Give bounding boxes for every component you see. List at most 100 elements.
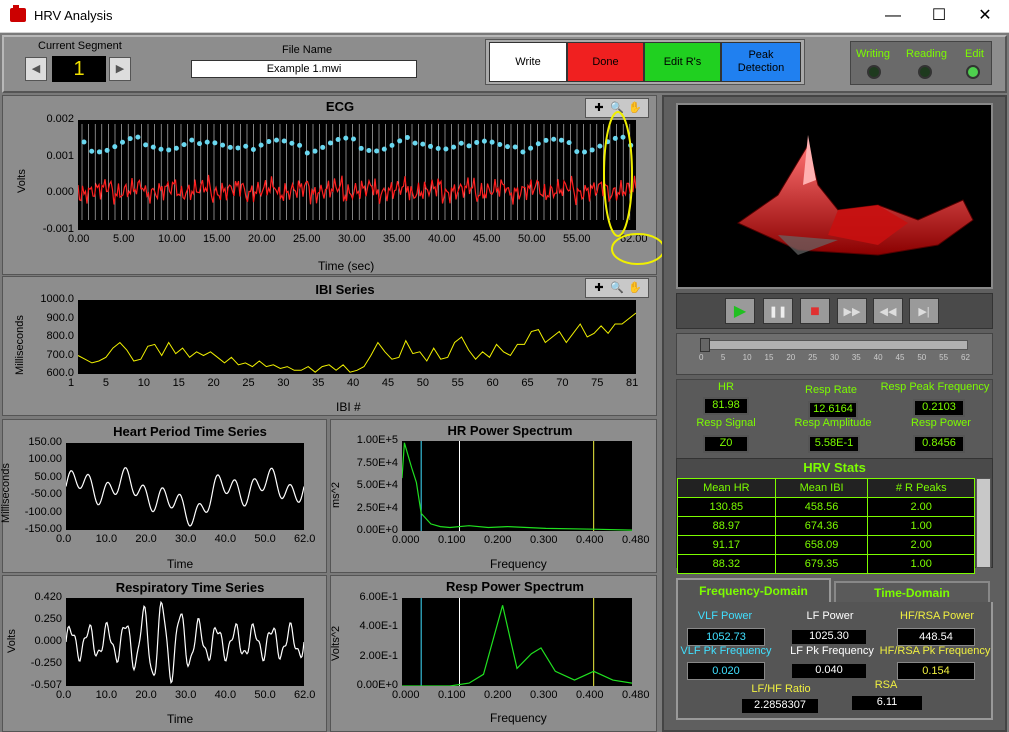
heart-period-plot[interactable] (66, 443, 304, 530)
hr-spectrum-plot[interactable] (402, 441, 632, 531)
ibi-graph-tools[interactable]: ✚ 🔍 ✋ (585, 278, 649, 298)
done-button[interactable]: Done (567, 42, 644, 82)
hr-spectrum-y-tick: 7.50E+4 (356, 456, 398, 469)
window-title: HRV Analysis (34, 8, 113, 23)
r-peak-dot (289, 140, 295, 146)
heart-period-x-tick: 30.0 (175, 533, 197, 545)
table-row[interactable]: 88.97 674.36 1.00 (677, 516, 975, 536)
r-peak-dot (189, 137, 195, 143)
cell: 1.00 (867, 516, 975, 536)
resp-series-title: Respiratory Time Series (115, 580, 265, 595)
resp-spectrum-y-tick: 6.00E-1 (359, 591, 398, 603)
slider-tick: 45 (895, 353, 905, 362)
next-segment-button[interactable]: ▶ (109, 57, 131, 81)
maximize-button[interactable]: ☐ (916, 0, 962, 32)
pause-button[interactable]: ❚❚ (763, 298, 793, 324)
cell: 2.00 (867, 535, 975, 555)
heart-period-y-tick: 150.00 (28, 436, 62, 448)
col-mean-hr: Mean HR (677, 478, 776, 498)
ibi-x-tick: 45 (381, 377, 395, 389)
3d-view[interactable] (676, 103, 993, 289)
r-peak-dot (89, 148, 95, 154)
stop-button[interactable]: ■ (800, 298, 830, 324)
resp-signal-label: Resp Signal (696, 417, 756, 429)
hrv-stats-title: HRV Stats (803, 460, 866, 475)
ibi-y-tick: 700.0 (46, 348, 74, 361)
pan-hand-icon[interactable]: ✋ (627, 281, 643, 295)
ibi-x-tick: 5 (102, 377, 109, 389)
resp-spectrum-x-tick: 0.300 (530, 689, 558, 701)
ibi-x-tick: 50 (416, 377, 429, 389)
heart-period-y-label: Milliseconds (0, 463, 12, 523)
r-peak-dot (520, 149, 526, 155)
tab-frequency-domain[interactable]: Frequency-Domain (676, 578, 831, 602)
r-peak-dot (366, 147, 372, 153)
ibi-x-tick: 81 (626, 377, 639, 389)
peak-detection-button[interactable]: Peak Detection (721, 42, 801, 82)
tab-time-domain[interactable]: Time-Domain (834, 581, 990, 603)
lf-hf-ratio-label: LF/HF Ratio (751, 683, 811, 695)
segment-display: 1 (52, 56, 106, 82)
ecg-plot[interactable] (78, 120, 636, 230)
ibi-x-tick: 20 (207, 377, 220, 389)
skip-end-button[interactable]: ▶| (909, 298, 939, 324)
reading-led-label: Reading (906, 48, 947, 60)
r-peak-dot (235, 145, 241, 151)
time-slider-track[interactable] (700, 340, 968, 350)
slider-tick: 10 (742, 353, 752, 362)
resp-spectrum-plot[interactable] (402, 598, 632, 686)
writing-led-indicator (867, 65, 881, 79)
lf-power-label: LF Power (806, 610, 854, 622)
play-button[interactable]: ▶ (725, 298, 755, 324)
write-button[interactable]: Write (489, 42, 567, 82)
resp-power-value: 0.8456 (913, 435, 965, 453)
hr-spectrum-y-tick: 5.00E+4 (356, 479, 398, 491)
ecg-x-tick: 15.00 (203, 233, 231, 245)
zoom-icon[interactable]: 🔍 (609, 281, 625, 295)
resp-spectrum-x-tick: 0.000 (392, 689, 420, 701)
table-row[interactable]: 91.17 658.09 2.00 (677, 535, 975, 555)
slider-tick: 5 (720, 353, 726, 362)
crosshair-icon[interactable]: ✚ (591, 281, 607, 295)
r-peak-dot (574, 149, 580, 155)
r-peak-dot (582, 149, 587, 155)
heart-period-title: Heart Period Time Series (113, 424, 267, 439)
ibi-x-tick: 15 (172, 377, 185, 389)
plot-background (66, 443, 304, 530)
r-peak-dot (428, 143, 433, 149)
ibi-plot[interactable] (78, 300, 636, 374)
time-slider-thumb[interactable] (700, 338, 710, 352)
minimize-button[interactable]: — (870, 0, 916, 32)
resp-rate-label: Resp Rate (805, 384, 857, 396)
table-scrollbar[interactable] (976, 478, 991, 568)
resp-series-plot[interactable] (66, 598, 304, 686)
ibi-x-tick: 10 (137, 377, 150, 389)
fast-forward-button[interactable]: ▶▶ (837, 298, 867, 324)
prev-segment-button[interactable]: ◀ (25, 57, 47, 81)
ecg-y-label: Volts (16, 169, 28, 193)
app-icon (10, 5, 26, 22)
table-row[interactable]: 130.85 458.56 2.00 (677, 497, 975, 517)
file-name-field[interactable]: Example 1.mwi (191, 60, 417, 78)
vlf-pk-label: VLF Pk Frequency (680, 645, 772, 657)
r-peak-dot (312, 148, 318, 154)
heart-period-y-tick: -100.00 (24, 505, 62, 518)
edit-led-indicator (966, 65, 980, 79)
r-peak-dot (466, 143, 472, 149)
r-peak-dot (258, 142, 264, 148)
r-peak-dot (435, 146, 441, 152)
r-peak-dot (197, 141, 202, 147)
edit-rs-button[interactable]: Edit R's (644, 42, 721, 82)
resp-spectrum-x-tick: 0.480 (622, 689, 650, 701)
table-row[interactable]: 88.32 679.35 1.00 (677, 554, 975, 574)
hrv-stats-table: Mean HR Mean IBI # R Peaks 130.85 458.56 2… (677, 478, 975, 574)
close-button[interactable]: ✕ (962, 0, 1008, 32)
ecg-x-tick: 20.00 (248, 233, 276, 245)
ecg-x-tick: 0.00 (68, 233, 90, 245)
ecg-x-tick: 25.00 (293, 233, 321, 245)
r-peak-dot (158, 146, 164, 152)
file-name-label: File Name (282, 44, 333, 56)
resp-series-y-tick: -0.250 (30, 657, 62, 669)
resp-series-y-label: Volts (6, 629, 18, 653)
rewind-button[interactable]: ◀◀ (873, 298, 903, 324)
